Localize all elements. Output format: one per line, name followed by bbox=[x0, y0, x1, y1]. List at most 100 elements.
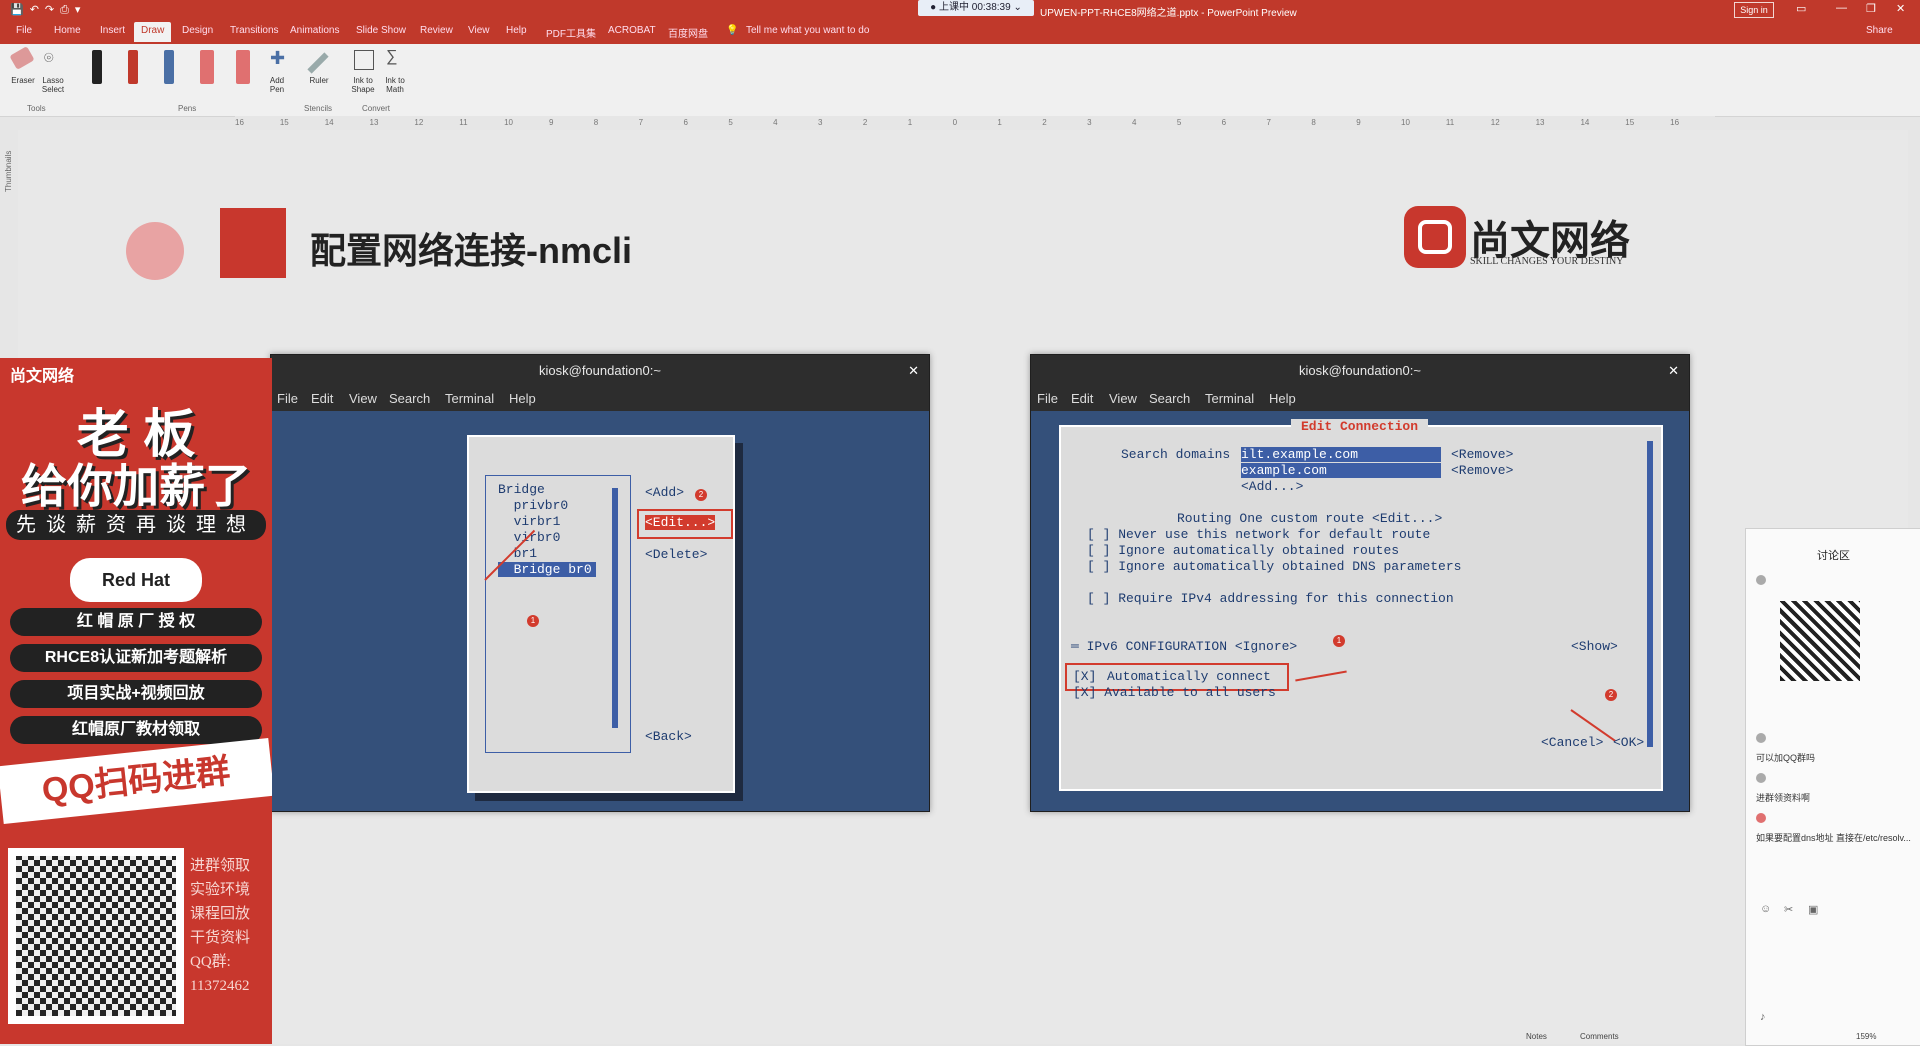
ipv6-config-row[interactable]: ═ IPv6 CONFIGURATION <Ignore> bbox=[1071, 639, 1297, 654]
poster-brand: 尚文网络 bbox=[10, 368, 75, 385]
tab-file[interactable]: File bbox=[16, 25, 32, 36]
list-scrollbar[interactable] bbox=[612, 488, 618, 728]
scissors-icon[interactable]: ✂ bbox=[1784, 903, 1793, 916]
lasso-select-label[interactable]: Lasso Select bbox=[38, 76, 68, 94]
available-all-users-option[interactable]: [X] Available to all users bbox=[1073, 685, 1276, 700]
ruler-tick: 3 bbox=[1087, 118, 1092, 127]
ruler-label[interactable]: Ruler bbox=[304, 76, 334, 85]
show-button[interactable]: <Show> bbox=[1571, 639, 1618, 654]
ruler-tick: 14 bbox=[324, 118, 334, 127]
menu-file[interactable]: File bbox=[277, 391, 298, 406]
tab-help[interactable]: Help bbox=[506, 25, 527, 36]
pen-black-icon[interactable] bbox=[92, 50, 102, 84]
eraser-label[interactable]: Eraser bbox=[8, 76, 38, 85]
tab-animations[interactable]: Animations bbox=[290, 25, 339, 36]
menu-view[interactable]: View bbox=[349, 391, 377, 406]
edit-button[interactable]: <Edit...> bbox=[645, 515, 716, 530]
quick-access-toolbar[interactable]: 💾↶↷⎙▾ bbox=[10, 3, 86, 17]
dialog-scrollbar[interactable] bbox=[1647, 441, 1653, 747]
menu-edit[interactable]: Edit bbox=[1071, 391, 1093, 406]
close-icon[interactable]: ✕ bbox=[1896, 2, 1905, 15]
ink-to-shape-label[interactable]: Ink to Shape bbox=[346, 76, 380, 94]
ruler-tick: 13 bbox=[369, 118, 379, 127]
add-pen-label[interactable]: Add Pen bbox=[262, 76, 292, 94]
menu-terminal[interactable]: Terminal bbox=[1205, 391, 1254, 406]
option-ignore-routes[interactable]: [ ] Ignore automatically obtained routes bbox=[1087, 543, 1399, 558]
thumbnails-label[interactable]: Thumbnails bbox=[4, 151, 13, 192]
menu-file[interactable]: File bbox=[1037, 391, 1058, 406]
side-line: 11372462 bbox=[190, 978, 250, 994]
option-never-default[interactable]: [ ] Never use this network for default r… bbox=[1087, 527, 1430, 542]
thumbnails-strip[interactable]: Thumbnails bbox=[0, 116, 18, 356]
add-button[interactable]: <Add> bbox=[645, 485, 684, 500]
tell-me-search[interactable]: Tell me what you want to do bbox=[746, 25, 869, 36]
menu-search[interactable]: Search bbox=[389, 391, 430, 406]
menu-view[interactable]: View bbox=[1109, 391, 1137, 406]
menu-terminal[interactable]: Terminal bbox=[445, 391, 494, 406]
qr-code[interactable] bbox=[8, 848, 184, 1024]
pen-red-icon[interactable] bbox=[128, 50, 138, 84]
eraser-icon[interactable] bbox=[9, 46, 35, 70]
cancel-button[interactable]: <Cancel> bbox=[1541, 735, 1603, 750]
tab-slide-show[interactable]: Slide Show bbox=[356, 25, 406, 36]
ribbon-display-icon[interactable]: ▭ bbox=[1796, 2, 1806, 15]
chat-qr-image[interactable] bbox=[1780, 601, 1860, 681]
autoconnect-checkbox[interactable]: [X] bbox=[1073, 669, 1096, 684]
list-item[interactable]: virbr0 bbox=[498, 530, 561, 545]
highlighter-1-icon[interactable] bbox=[200, 50, 214, 84]
terminal-close-icon[interactable]: ✕ bbox=[1668, 355, 1679, 387]
ruler-icon[interactable] bbox=[307, 52, 329, 74]
ruler-tick: 8 bbox=[593, 118, 599, 127]
emoji-icon[interactable]: ☺ bbox=[1760, 903, 1771, 915]
highlighter-2-icon[interactable] bbox=[236, 50, 250, 84]
menu-edit[interactable]: Edit bbox=[311, 391, 333, 406]
tab-design[interactable]: Design bbox=[182, 25, 213, 36]
domain-field-2[interactable]: example.com bbox=[1241, 463, 1441, 478]
notes-button[interactable]: Notes bbox=[1526, 1032, 1547, 1041]
ink-to-math-icon[interactable]: ∑ bbox=[386, 48, 397, 66]
menu-help[interactable]: Help bbox=[1269, 391, 1296, 406]
sign-in-button[interactable]: Sign in bbox=[1734, 2, 1774, 18]
restore-icon[interactable]: ❐ bbox=[1866, 2, 1876, 15]
zoom-level[interactable]: 159% bbox=[1856, 1032, 1876, 1041]
remove-button-1[interactable]: <Remove> bbox=[1451, 447, 1513, 462]
document-title: UPWEN-PPT-RHCE8网络之道.pptx - PowerPoint Pr… bbox=[1040, 8, 1297, 19]
image-icon[interactable]: ▣ bbox=[1808, 903, 1818, 916]
connection-list[interactable]: Bridge privbr0 virbr1 virbr0 br1 Bridge … bbox=[485, 475, 631, 753]
menu-help[interactable]: Help bbox=[509, 391, 536, 406]
ok-button[interactable]: <OK> bbox=[1613, 735, 1644, 750]
tab-baidu-netdisk[interactable]: 百度网盘 bbox=[668, 25, 708, 40]
tab-draw[interactable]: Draw bbox=[134, 22, 172, 42]
tab-review[interactable]: Review bbox=[420, 25, 453, 36]
terminal-close-icon[interactable]: ✕ bbox=[908, 355, 919, 387]
back-button[interactable]: <Back> bbox=[645, 729, 692, 744]
tab-transitions[interactable]: Transitions bbox=[230, 25, 279, 36]
routing-row[interactable]: Routing One custom route <Edit...> bbox=[1177, 511, 1442, 526]
ink-to-shape-icon[interactable] bbox=[354, 50, 374, 70]
comments-button[interactable]: Comments bbox=[1580, 1032, 1619, 1041]
pen-blue-icon[interactable] bbox=[164, 50, 174, 84]
add-pen-icon[interactable]: ✚ bbox=[270, 48, 285, 69]
tab-pdf-tools[interactable]: PDF工具集 bbox=[546, 25, 596, 40]
domain-field-1[interactable]: ilt.example.com bbox=[1241, 447, 1441, 462]
delete-button[interactable]: <Delete> bbox=[645, 547, 707, 562]
list-item[interactable]: virbr1 bbox=[498, 514, 561, 529]
tab-view[interactable]: View bbox=[468, 25, 490, 36]
list-item[interactable]: Bridge bbox=[498, 482, 545, 497]
add-domain-button[interactable]: <Add...> bbox=[1241, 479, 1303, 494]
tab-insert[interactable]: Insert bbox=[100, 25, 125, 36]
lasso-icon[interactable]: ⌾ bbox=[44, 50, 54, 68]
recording-indicator[interactable]: ● 上课中 00:38:39 ⌄ bbox=[918, 0, 1034, 16]
minimize-icon[interactable]: — bbox=[1836, 2, 1847, 14]
share-button[interactable]: Share bbox=[1866, 25, 1893, 36]
ink-to-math-label[interactable]: Ink to Math bbox=[380, 76, 410, 94]
remove-button-2[interactable]: <Remove> bbox=[1451, 463, 1513, 478]
tab-home[interactable]: Home bbox=[54, 25, 81, 36]
mic-icon[interactable]: ♪ bbox=[1760, 1011, 1766, 1023]
tab-acrobat[interactable]: ACROBAT bbox=[608, 25, 656, 36]
list-item-selected[interactable]: Bridge br0 bbox=[498, 562, 596, 577]
menu-search[interactable]: Search bbox=[1149, 391, 1190, 406]
option-ignore-dns[interactable]: [ ] Ignore automatically obtained DNS pa… bbox=[1087, 559, 1461, 574]
list-item[interactable]: privbr0 bbox=[498, 498, 569, 513]
option-require-ipv4[interactable]: [ ] Require IPv4 addressing for this con… bbox=[1087, 591, 1454, 606]
